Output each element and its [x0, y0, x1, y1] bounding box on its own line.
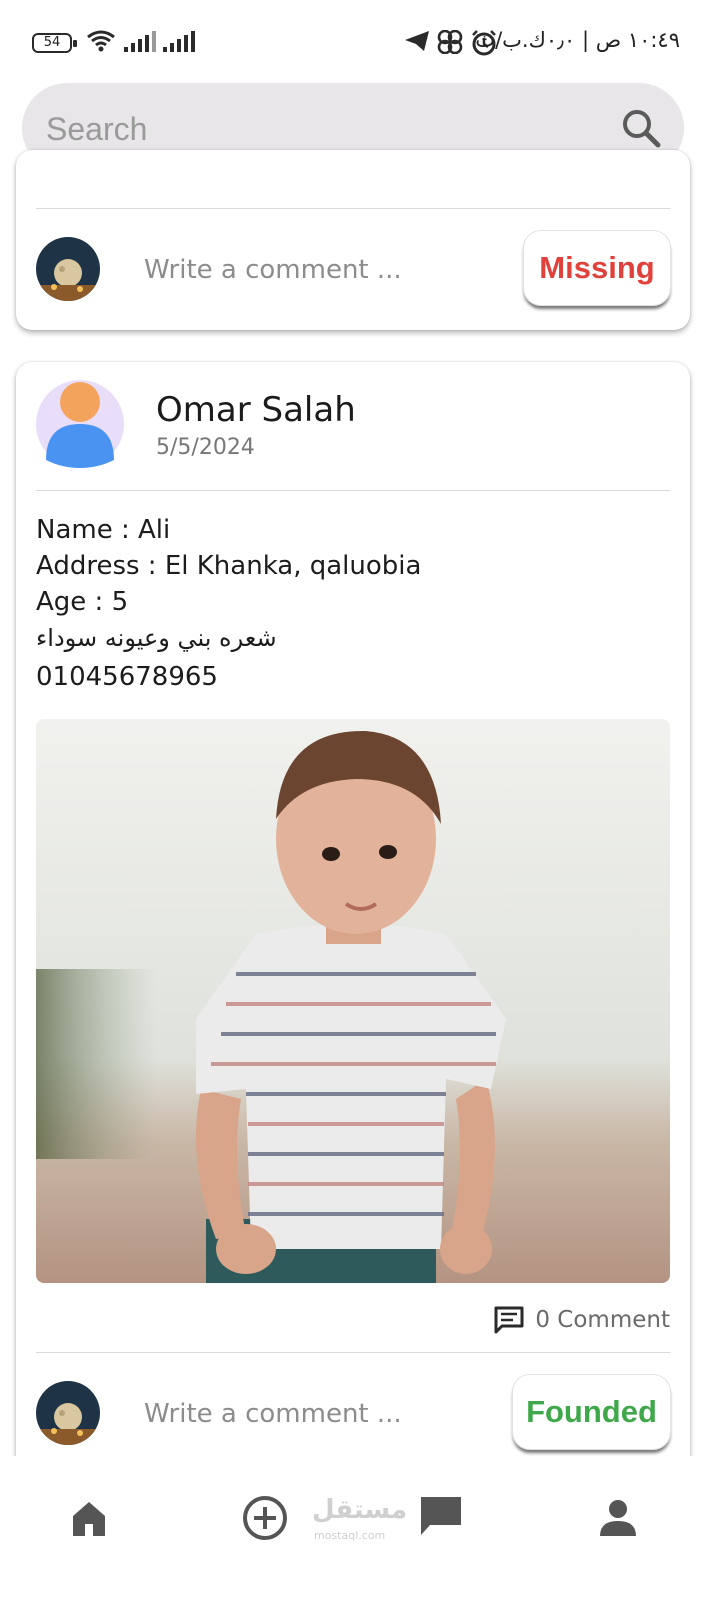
chat-icon [421, 1497, 461, 1535]
status-bar: 54 ١٠:٤٩ ص | ٠٫٠ك.ب/ث [0, 0, 720, 80]
author-avatar[interactable] [36, 380, 124, 468]
profile-icon [600, 1500, 636, 1536]
status-time: ١٠:٤٩ ص | ٠٫٠ك.ب/ث [475, 28, 680, 52]
nav-add[interactable] [226, 1456, 304, 1566]
founded-status-button[interactable]: Founded [512, 1374, 671, 1450]
user-avatar[interactable] [36, 1381, 100, 1445]
author-name[interactable]: Omar Salah [156, 390, 356, 430]
child-address: Address : El Khanka, qaluobia [36, 551, 422, 581]
nav-home[interactable] [48, 1456, 130, 1566]
comment-count[interactable]: 0 Comment [535, 1307, 670, 1333]
divider [36, 208, 670, 209]
post-card-previous: Missing [16, 150, 690, 330]
child-name: Name : Ali [36, 515, 171, 545]
comment-icon[interactable] [494, 1306, 524, 1334]
battery-icon: 54 [32, 33, 77, 53]
child-photo-image [36, 719, 670, 1283]
watermark-url: mostaql.com [314, 1529, 386, 1542]
post-date: 5/5/2024 [156, 435, 255, 460]
child-age: Age : 5 [36, 587, 129, 617]
wifi-icon [87, 30, 115, 52]
user-avatar[interactable] [36, 237, 100, 301]
person-avatar-icon [36, 380, 124, 468]
divider [36, 1352, 670, 1353]
moon-avatar-image [36, 1381, 100, 1445]
add-icon [243, 1496, 287, 1540]
nav-profile[interactable] [578, 1456, 658, 1566]
signal-icon [124, 31, 156, 52]
comment-input[interactable] [142, 247, 506, 293]
pinwheel-icon [437, 30, 463, 54]
contact-phone: 01045678965 [36, 662, 218, 692]
signal-icon [163, 31, 195, 52]
post-card: Omar Salah 5/5/2024 Name : Ali Address :… [16, 362, 690, 1522]
child-description: شعره بني وعيونه سوداء [36, 624, 277, 652]
telegram-icon [405, 31, 429, 51]
moon-avatar-image [36, 237, 100, 301]
search-icon[interactable] [620, 107, 662, 149]
watermark-logo: مستقل [312, 1495, 408, 1525]
missing-status-button[interactable]: Missing [523, 230, 671, 306]
divider [36, 490, 670, 491]
comment-input[interactable] [142, 1391, 506, 1437]
bottom-navigation: مستقل mostaql.com [0, 1456, 720, 1600]
nav-chat[interactable] [402, 1456, 480, 1566]
child-photo[interactable] [36, 719, 670, 1283]
home-icon [73, 1502, 105, 1536]
